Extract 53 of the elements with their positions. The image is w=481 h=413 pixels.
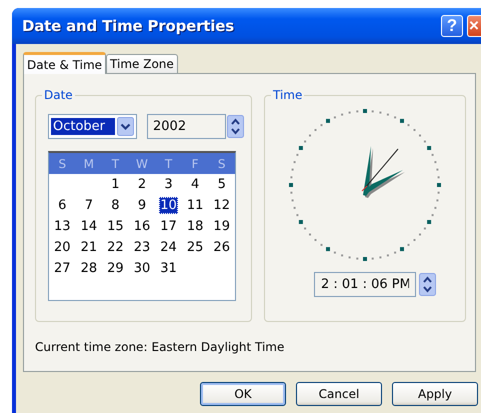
weekday-label: M: [82, 156, 96, 170]
calendar-day[interactable]: 18: [186, 218, 204, 235]
weekday-label: W: [135, 156, 149, 170]
calendar-day[interactable]: 21: [80, 239, 98, 256]
calendar-day[interactable]: 20: [53, 239, 72, 256]
calendar-day[interactable]: 15: [106, 218, 125, 235]
calendar-day[interactable]: 1: [110, 176, 121, 193]
dialog-button[interactable]: Apply: [392, 382, 478, 406]
calendar-day[interactable]: 3: [163, 176, 174, 193]
calendar-day[interactable]: 10: [159, 197, 178, 214]
spin-buttons[interactable]: [227, 115, 244, 138]
calendar-day[interactable]: 23: [132, 239, 152, 256]
calendar-day[interactable]: 7: [84, 197, 94, 214]
weekday-label: S: [57, 156, 68, 170]
dialog-button[interactable]: OK: [200, 382, 286, 406]
calendar-day[interactable]: 9: [136, 197, 148, 214]
tab[interactable]: Time Zone: [106, 54, 178, 73]
calendar-day[interactable]: 28: [80, 260, 98, 277]
calendar-day[interactable]: 24: [159, 239, 178, 256]
calendar-day[interactable]: 31: [159, 260, 178, 277]
group-title: Time: [272, 88, 304, 102]
dialog-button[interactable]: Cancel: [296, 382, 382, 406]
group-title: Date: [43, 88, 74, 102]
calendar-day[interactable]: 26: [212, 239, 231, 256]
year-field[interactable]: 2002: [147, 114, 226, 139]
calendar-day[interactable]: 13: [53, 218, 72, 235]
tab[interactable]: Date & Time: [23, 52, 106, 74]
weekday-label: F: [190, 156, 200, 170]
calendar-day[interactable]: 4: [190, 176, 200, 193]
window-title: Date and Time Properties: [22, 17, 235, 35]
spin-buttons[interactable]: [419, 273, 436, 296]
calendar-day[interactable]: 2: [136, 176, 148, 193]
month-dropdown[interactable]: October: [48, 114, 137, 139]
calendar-day[interactable]: 25: [186, 239, 204, 256]
calendar-day[interactable]: 22: [106, 239, 125, 256]
calendar-day[interactable]: 8: [110, 197, 121, 214]
time-zone-label: Current time zone:: [35, 340, 148, 354]
calendar-day[interactable]: 27: [53, 260, 72, 277]
calendar-day[interactable]: 19: [212, 218, 231, 235]
calendar-day[interactable]: 17: [159, 218, 178, 235]
calendar-day[interactable]: 5: [216, 176, 227, 193]
weekday-label: T: [110, 156, 120, 170]
calendar-day[interactable]: 16: [132, 218, 152, 235]
calendar-day[interactable]: 14: [80, 218, 98, 235]
time-zone-value: Eastern Daylight Time: [151, 340, 284, 354]
calendar-day[interactable]: 29: [106, 260, 125, 277]
calendar-day[interactable]: 6: [57, 197, 68, 214]
calendar-day[interactable]: 12: [212, 197, 231, 214]
calendar-day[interactable]: 30: [132, 260, 152, 277]
caret-icon: [117, 117, 134, 136]
calendar-day[interactable]: 11: [186, 197, 204, 214]
weekday-label: T: [164, 156, 174, 170]
weekday-label: S: [216, 156, 227, 170]
